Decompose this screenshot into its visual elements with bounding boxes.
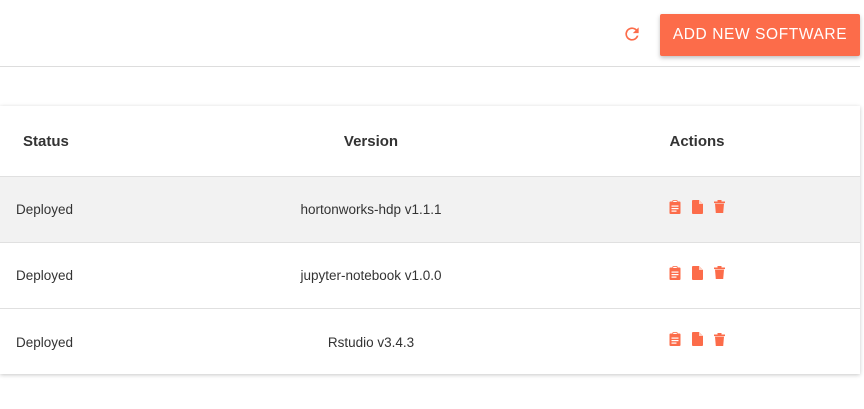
clipboard-icon[interactable] <box>668 332 682 346</box>
table-header: Status Version Actions <box>0 106 860 177</box>
trash-icon[interactable] <box>712 332 726 346</box>
column-header-actions: Actions <box>669 132 725 150</box>
trash-icon[interactable] <box>712 200 726 214</box>
trash-icon[interactable] <box>712 266 726 280</box>
status-cell: Deployed <box>16 202 74 217</box>
file-icon[interactable] <box>690 199 704 214</box>
toolbar: ADD NEW SOFTWARE <box>0 0 860 67</box>
add-new-software-button[interactable]: ADD NEW SOFTWARE <box>660 14 860 56</box>
clipboard-icon[interactable] <box>668 265 682 280</box>
status-cell: Deployed <box>16 334 74 350</box>
actions-cell <box>560 309 834 375</box>
version-cell: Rstudio v3.4.3 <box>327 334 415 350</box>
status-cell: Deployed <box>16 268 74 283</box>
table-row: Deployed jupyter-notebook v1.0.0 <box>0 243 860 309</box>
table-row: Deployed Rstudio v3.4.3 <box>0 309 860 375</box>
column-header-version: Version <box>343 132 399 150</box>
version-cell: hortonworks-hdp v1.1.1 <box>300 202 442 217</box>
actions-cell <box>560 243 834 308</box>
column-header-status: Status <box>23 132 69 150</box>
table-row: Deployed hortonworks-hdp v1.1.1 <box>0 177 860 243</box>
actions-cell <box>560 177 834 242</box>
clipboard-icon[interactable] <box>668 199 682 214</box>
file-icon[interactable] <box>690 332 704 346</box>
software-table: Status Version Actions Deployed hortonwo… <box>0 106 860 374</box>
version-cell: jupyter-notebook v1.0.0 <box>300 268 442 283</box>
refresh-icon[interactable] <box>620 22 644 46</box>
file-icon[interactable] <box>690 265 704 280</box>
